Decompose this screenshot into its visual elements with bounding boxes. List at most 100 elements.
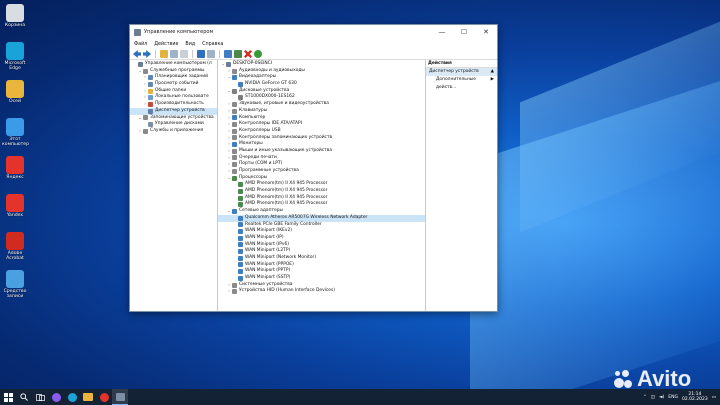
clock[interactable]: 21:14 02.02.2023 (682, 392, 708, 403)
tree-item[interactable]: NVIDIA GeForce GT 630 (218, 81, 425, 88)
device-category-icon (226, 61, 231, 67)
tree-item-label: Контроллеры IDE ATA/ATAPI (239, 121, 302, 127)
desktop-icon-label: Средство записи (3, 289, 27, 299)
tree-item[interactable]: Управление дисками (130, 121, 217, 128)
collapse-arrow-icon[interactable]: ▲ (491, 68, 494, 76)
more-actions[interactable]: Дополнительные действ... ▶ (426, 76, 497, 90)
device-category-icon (238, 188, 243, 194)
acrobat-icon (6, 232, 24, 250)
taskbar-app[interactable] (96, 389, 112, 405)
menu-view[interactable]: Вид (185, 42, 195, 47)
desktop-icon[interactable]: Средство записи (2, 270, 28, 299)
taskbar-app[interactable] (64, 389, 80, 405)
recycle-bin-icon (6, 4, 24, 22)
menu-file[interactable]: Файл (134, 42, 147, 47)
search-button[interactable] (16, 389, 32, 405)
taskbar-app-active[interactable] (112, 389, 128, 405)
tree-item[interactable]: WAN Miniport (IP) (218, 235, 425, 242)
device-category-icon (148, 81, 153, 87)
actions-section[interactable]: Диспетчер устройств ▲ (426, 68, 497, 76)
tree-item[interactable]: › Службы и приложения (130, 128, 217, 135)
taskbar-app[interactable] (80, 389, 96, 405)
close-button[interactable]: ✕ (475, 25, 497, 39)
volume-icon[interactable]: ◄) (659, 395, 664, 400)
tree-item-label: Мыши и иные указывающие устройства (239, 147, 333, 153)
tree-item[interactable]: WAN Miniport (PPTP) (218, 268, 425, 275)
device-category-icon (238, 249, 243, 255)
desktop-icon[interactable]: Осей (2, 80, 28, 104)
view-icon[interactable] (207, 50, 215, 58)
desktop-icon[interactable]: Этот компьютер (2, 118, 29, 147)
desktop-icon-label: Yandex (6, 213, 24, 218)
tree-item-label: Сетевые адаптеры (239, 208, 283, 214)
tree-item[interactable]: AMD Phenom(tm) II X4 945 Processor (218, 188, 425, 195)
update-driver-icon[interactable] (234, 50, 242, 58)
tree-item[interactable]: WAN Miniport (Network Monitor) (218, 255, 425, 262)
back-icon[interactable] (133, 50, 141, 58)
tree-item[interactable]: › Мониторы (218, 141, 425, 148)
actions-header: Действия (426, 60, 497, 68)
tree-item[interactable]: Qualcomm Atheros AR5007G Wireless Networ… (218, 214, 425, 222)
toolbar (130, 49, 497, 60)
edge-icon (6, 42, 24, 60)
device-category-icon (143, 128, 148, 134)
monitor-icon[interactable] (224, 50, 232, 58)
uninstall-icon[interactable] (244, 50, 252, 58)
wallpaper-beam (470, 77, 720, 405)
maximize-button[interactable]: ☐ (453, 25, 475, 39)
desktop-icon-label: Adobe Acrobat (6, 251, 24, 261)
desktop-icon[interactable]: Microsoft Edge (2, 42, 28, 71)
input-language[interactable]: ENG (668, 395, 678, 400)
tree-item[interactable]: WAN Miniport (L2TP) (218, 248, 425, 255)
start-button[interactable] (0, 389, 16, 405)
desktop-icon[interactable]: Корзина (2, 4, 28, 28)
avito-logo-icon (612, 368, 634, 390)
tree-item[interactable]: › Просмотр событий (130, 81, 217, 88)
tree-item[interactable]: › Контроллеры IDE ATA/ATAPI (218, 121, 425, 128)
help-icon[interactable] (197, 50, 205, 58)
tree-item-label: Клавиатуры (239, 107, 268, 113)
tree-item[interactable]: ⌄ Сетевые адаптеры (218, 208, 425, 215)
tree-item[interactable]: › Клавиатуры (218, 108, 425, 115)
tree-item[interactable]: › Мыши и иные указывающие устройства (218, 148, 425, 155)
device-category-icon (232, 142, 237, 148)
tree-item[interactable]: › Контроллеры USB (218, 128, 425, 135)
task-view-button[interactable] (32, 389, 48, 405)
properties-icon[interactable] (180, 50, 188, 58)
menu-help[interactable]: Справка (202, 42, 223, 47)
actions-section-label: Диспетчер устройств (429, 69, 479, 74)
show-hide-tree-icon[interactable] (170, 50, 178, 58)
tree-item[interactable]: WAN Miniport (SSTP) (218, 275, 425, 282)
notifications-icon[interactable]: ▭ (712, 395, 716, 400)
scan-hardware-icon[interactable] (254, 50, 262, 58)
tree-item-label: Устройства HID (Human Interface Devices) (239, 288, 336, 294)
taskbar-app[interactable] (48, 389, 64, 405)
device-category-icon (232, 289, 237, 295)
tree-item[interactable]: › Программные устройства (218, 168, 425, 175)
chevron-up-icon[interactable]: ⌃ (643, 395, 647, 400)
desktop-icon[interactable]: Yandex (2, 194, 28, 218)
device-category-icon (238, 215, 243, 221)
up-folder-icon[interactable] (160, 50, 168, 58)
tree-item[interactable]: Диспетчер устройств (130, 107, 217, 115)
desktop-icon-label: Яндекс (6, 175, 24, 180)
tree-item[interactable]: › Порты (COM и LPT) (218, 161, 425, 168)
device-category-icon (238, 235, 243, 241)
device-category-icon (148, 108, 153, 114)
window-title: Управление компьютером (144, 29, 214, 35)
tree-item-label: Звуковые, игровые и видеоустройства (239, 101, 329, 107)
desktop-icon[interactable]: Adobe Acrobat (2, 232, 28, 261)
tree-item[interactable]: Управление компьютером (л (130, 61, 217, 68)
tree-item[interactable]: WAN Miniport (IKEv2) (218, 228, 425, 235)
minimize-button[interactable]: — (431, 25, 453, 39)
tree-item-label: WAN Miniport (Network Monitor) (245, 254, 317, 260)
network-icon[interactable]: ◫ (651, 395, 655, 400)
tree-item[interactable]: ⌄ DESKTOP-0SEINCI (218, 61, 425, 68)
menu-action[interactable]: Действие (154, 42, 178, 47)
desktop-icon[interactable]: Яндекс (2, 156, 28, 180)
tree-item[interactable]: › Устройства HID (Human Interface Devices… (218, 288, 425, 295)
tree-item[interactable]: › Звуковые, игровые и видеоустройства (218, 101, 425, 108)
forward-icon[interactable] (143, 50, 151, 58)
tree-item[interactable]: › Производительность (130, 101, 217, 108)
submenu-arrow-icon: ▶ (490, 77, 494, 82)
